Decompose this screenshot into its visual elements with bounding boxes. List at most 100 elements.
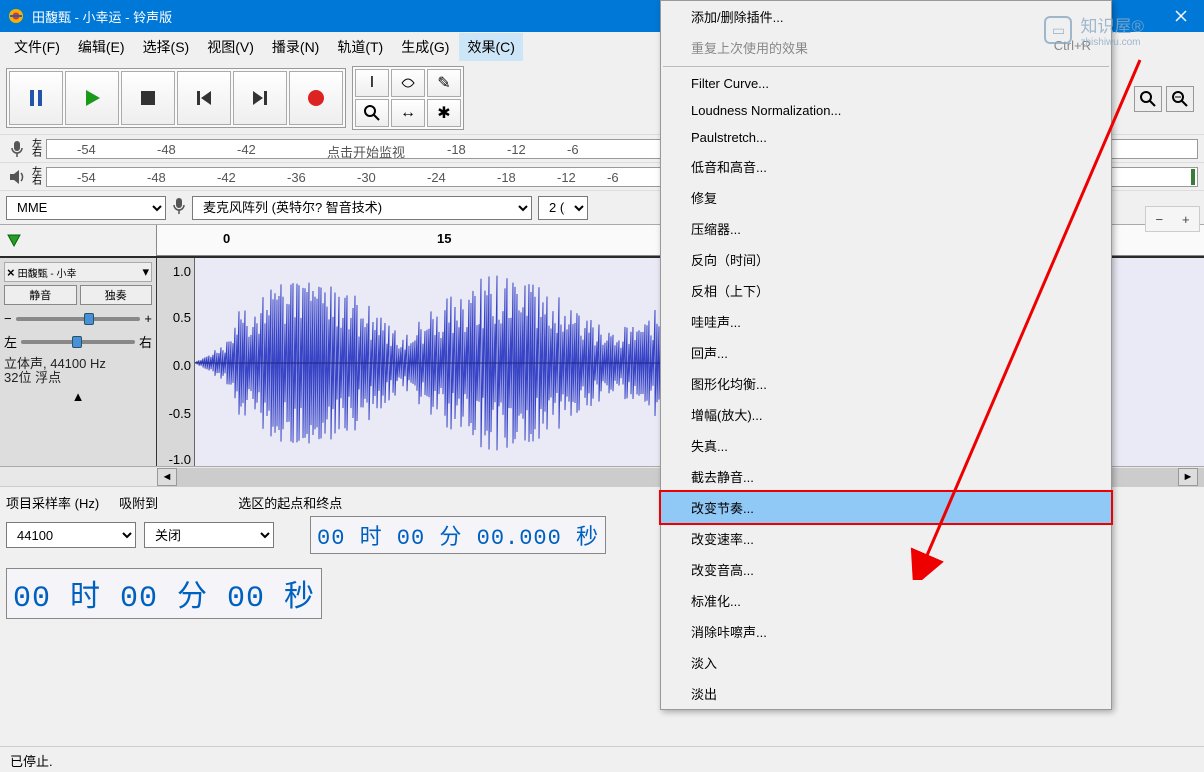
track-name[interactable]: 田馥甄 - 小幸 (18, 265, 140, 280)
record-device-combo[interactable]: 麦克风阵列 (英特尔? 智音技术) (192, 196, 532, 220)
skip-start-button[interactable] (177, 71, 231, 125)
audio-host-combo[interactable]: MME (6, 196, 166, 220)
effect-menu-item[interactable]: 改变速率... (661, 523, 1111, 554)
close-button[interactable] (1158, 0, 1204, 32)
sample-rate-combo[interactable]: 44100 (6, 522, 136, 548)
pan-slider[interactable] (21, 340, 135, 344)
effect-menu-item[interactable]: 压缩器... (661, 213, 1111, 244)
amplitude-tick: -1.0 (169, 452, 191, 466)
playback-speed-slider[interactable]: − + (1145, 206, 1200, 232)
amplitude-tick: 1.0 (173, 264, 191, 279)
effect-menu-item[interactable]: Filter Curve... (661, 70, 1111, 97)
mic-icon (172, 197, 186, 218)
track-menu-icon[interactable]: ▾ (142, 264, 149, 280)
effect-menu-item[interactable]: 哇哇声... (661, 306, 1111, 337)
effect-menu-item[interactable]: 反相（上下） (661, 275, 1111, 306)
gain-max-label: + (144, 311, 152, 326)
menu-视图(V)[interactable]: 视图(V) (199, 33, 262, 61)
watermark-icon: ▭ (1044, 16, 1072, 44)
meter-tick: -54 (77, 142, 96, 157)
audio-position-time[interactable]: 00 时 00 分 00 秒 (6, 568, 322, 619)
timeline-tick: 15 (437, 231, 451, 246)
envelope-tool-icon[interactable] (391, 69, 425, 97)
menu-轨道(T)[interactable]: 轨道(T) (329, 33, 391, 61)
status-bar: 已停止. (0, 746, 1204, 772)
effect-menu-item[interactable]: 标准化... (661, 585, 1111, 616)
menu-效果(C)[interactable]: 效果(C) (459, 33, 522, 61)
selection-range-label: 选区的起点和终点 (238, 493, 342, 512)
speaker-icon[interactable] (6, 166, 28, 188)
scroll-right-icon[interactable]: ► (1178, 468, 1198, 486)
meter-tick: -30 (357, 170, 376, 185)
selection-start-time[interactable]: 00 时 00 分 00.000 秒 (310, 516, 606, 554)
vertical-ruler: 1.00.50.0-0.5-1.0 (157, 258, 195, 466)
minus-icon: − (1155, 212, 1163, 227)
meter-tick: -42 (217, 170, 236, 185)
meter-tick: -12 (557, 170, 576, 185)
effect-menu-item[interactable]: 淡入 (661, 647, 1111, 678)
record-channels-combo[interactable]: 2 (立 (538, 196, 588, 220)
meter-tick: -48 (147, 170, 166, 185)
plus-icon: + (1182, 212, 1190, 227)
multi-tool-icon[interactable]: ✱ (427, 99, 461, 127)
mute-button[interactable]: 静音 (4, 285, 77, 305)
meter-tick: -6 (607, 170, 619, 185)
snap-label: 吸附到 (119, 493, 158, 512)
meter-tick: -18 (497, 170, 516, 185)
effect-menu-item[interactable]: 增幅(放大)... (661, 399, 1111, 430)
effect-menu-item[interactable]: 图形化均衡... (661, 368, 1111, 399)
meter-tick: -12 (507, 142, 526, 157)
track-format-info: 立体声, 44100 Hz32位 浮点 (4, 357, 152, 385)
amplitude-tick: 0.0 (173, 358, 191, 373)
record-button[interactable] (289, 71, 343, 125)
mic-icon[interactable] (6, 138, 28, 160)
gain-slider[interactable] (16, 317, 141, 321)
effect-menu-item[interactable]: Paulstretch... (661, 124, 1111, 151)
effect-menu-item[interactable]: 截去静音... (661, 461, 1111, 492)
pin-playhead-icon[interactable] (6, 233, 22, 249)
menu-文件(F)[interactable]: 文件(F) (6, 33, 68, 61)
pan-left-label: 左 (4, 332, 17, 351)
effect-menu-item[interactable]: 消除咔嚓声... (661, 616, 1111, 647)
effect-menu-item[interactable]: 改变音高... (661, 554, 1111, 585)
pause-button[interactable] (9, 71, 63, 125)
meter-tick: -18 (447, 142, 466, 157)
timeshift-tool-icon[interactable]: ↔ (391, 99, 425, 127)
menu-播录(N)[interactable]: 播录(N) (264, 33, 327, 61)
draw-tool-icon[interactable]: ✎ (427, 69, 461, 97)
meter-tick: -48 (157, 142, 176, 157)
effect-menu-item[interactable]: 淡出 (661, 678, 1111, 709)
gain-min-label: − (4, 311, 12, 326)
effect-menu-item[interactable]: 回声... (661, 337, 1111, 368)
meter-tick: -6 (567, 142, 579, 157)
play-button[interactable] (65, 71, 119, 125)
watermark-brand: 知识屋 (1080, 17, 1131, 36)
effect-menu-item[interactable]: 失真... (661, 430, 1111, 461)
effect-menu-item[interactable]: 反向（时间） (661, 244, 1111, 275)
skip-end-button[interactable] (233, 71, 287, 125)
watermark-reg: ® (1131, 17, 1144, 36)
meter-tick: -54 (77, 170, 96, 185)
effect-menu-item[interactable]: 修复 (661, 182, 1111, 213)
menu-选择(S)[interactable]: 选择(S) (135, 33, 198, 61)
menu-编辑(E)[interactable]: 编辑(E) (70, 33, 133, 61)
snap-combo[interactable]: 关闭 (144, 522, 274, 548)
track-close-button[interactable]: × (7, 265, 15, 280)
timeline-head[interactable] (0, 225, 157, 256)
solo-button[interactable]: 独奏 (80, 285, 153, 305)
timeline-tick: 0 (223, 231, 230, 246)
selection-tool-icon[interactable]: I (355, 69, 389, 97)
zoom-out-icon[interactable] (1166, 86, 1194, 112)
effect-menu-item[interactable]: 改变节奏... (659, 490, 1113, 525)
effect-menu-item[interactable]: 低音和高音... (661, 151, 1111, 182)
stop-button[interactable] (121, 71, 175, 125)
scroll-left-icon[interactable]: ◄ (157, 468, 177, 486)
zoom-in-icon[interactable] (1134, 86, 1162, 112)
amplitude-tick: -0.5 (169, 406, 191, 421)
menu-生成(G)[interactable]: 生成(G) (393, 33, 457, 61)
collapse-icon[interactable]: ▲ (4, 389, 152, 404)
effect-menu-item[interactable]: Loudness Normalization... (661, 97, 1111, 124)
pan-right-label: 右 (139, 332, 152, 351)
app-icon (8, 8, 24, 24)
zoom-tool-icon[interactable] (355, 99, 389, 127)
